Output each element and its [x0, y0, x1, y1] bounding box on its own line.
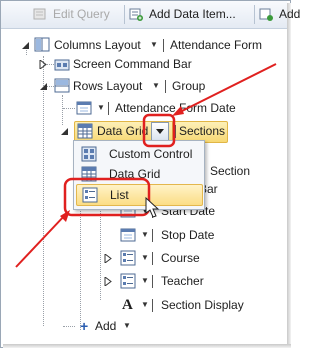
menu-item-label: Custom Control [109, 147, 193, 161]
chevron-down-icon[interactable]: ▼ [150, 36, 158, 54]
chevron-down-icon[interactable]: ▼ [141, 296, 149, 314]
edit-query-label: Edit Query [53, 7, 110, 21]
edit-query-icon [33, 8, 46, 20]
rows-layout-label: Rows Layout [73, 79, 143, 93]
toolbar-separator [254, 5, 255, 24]
command-bar-icon [54, 59, 70, 71]
data-grid-value: Sections [179, 124, 226, 138]
chevron-down-icon[interactable]: ▼ [141, 249, 149, 267]
tree-node-screen-command-bar[interactable]: Screen Command Bar [0, 55, 291, 73]
list-icon [120, 250, 136, 266]
rows-layout-icon [54, 78, 70, 93]
toolbar: Edit Query Add Data Item... Add [1, 1, 300, 29]
data-grid-icon [77, 123, 93, 139]
collapse-triangle-icon[interactable] [60, 127, 69, 136]
add-icon [259, 8, 273, 21]
menu-item-data-grid[interactable]: Data Grid [76, 164, 201, 184]
tree-node-section-display[interactable]: A ▼ Section Display [0, 296, 291, 314]
tree-node-attendance-form-date[interactable]: ▼ Attendance Form Date [0, 99, 291, 117]
chevron-down-icon[interactable]: ▼ [152, 77, 160, 95]
custom-control-icon [81, 146, 97, 162]
data-grid-icon [81, 166, 97, 182]
chevron-down-icon[interactable]: ▼ [97, 99, 105, 117]
separator [152, 275, 153, 288]
rows-layout-value: Group [172, 79, 206, 93]
control-type-menu: Custom Control Data Grid List [73, 140, 205, 210]
columns-layout-icon [34, 37, 50, 52]
data-grid-label: Data Grid [97, 124, 149, 138]
chevron-down-icon[interactable]: ▼ [123, 317, 131, 335]
separator [175, 125, 176, 138]
menu-item-label: List [110, 188, 129, 202]
add-data-item-label: Add Data Item... [149, 7, 236, 21]
collapse-triangle-icon[interactable] [21, 41, 30, 50]
add-data-item-icon [129, 8, 143, 21]
tree-node-teacher[interactable]: ▼ Teacher [0, 272, 291, 290]
window-shadow-bottom [3, 344, 291, 348]
separator [165, 80, 166, 93]
separator [163, 39, 164, 52]
add-label: Add [95, 319, 117, 333]
add-label: Add [279, 7, 301, 21]
tree-node-stop-date[interactable]: ▼ Stop Date [0, 226, 291, 244]
screen-command-bar-label: Screen Command Bar [73, 57, 192, 71]
list-icon [120, 273, 136, 289]
list-icon [82, 187, 98, 203]
chevron-down-icon[interactable]: ▼ [141, 226, 149, 244]
course-label: Course [161, 251, 200, 265]
collapse-triangle-icon[interactable] [39, 82, 48, 91]
plus-icon: + [80, 318, 89, 334]
tree-node-rows-layout[interactable]: Rows Layout ▼ Group [0, 77, 291, 95]
control-type-dropdown-button[interactable] [151, 122, 169, 141]
calendar-icon [76, 101, 92, 115]
attendance-form-date-label: Attendance Form Date [115, 101, 236, 115]
toolbar-separator [124, 5, 125, 24]
calendar-icon [120, 228, 136, 242]
teacher-label: Teacher [161, 274, 204, 288]
columns-layout-value: Attendance Form [170, 38, 263, 52]
columns-layout-label: Columns Layout [54, 38, 141, 52]
separator [152, 252, 153, 265]
separator [152, 229, 153, 242]
separator [108, 102, 109, 115]
expand-triangle-icon[interactable] [104, 254, 113, 263]
expand-triangle-icon[interactable] [104, 277, 113, 286]
tree-node-columns-layout[interactable]: Columns Layout ▼ Attendance Form [0, 36, 291, 54]
text-A-icon: A [122, 297, 133, 313]
tree-node-course[interactable]: ▼ Course [0, 249, 291, 267]
stop-date-label: Stop Date [161, 228, 215, 242]
tree-add-button[interactable]: + Add ▼ [0, 317, 291, 335]
menu-item-list[interactable]: List [76, 184, 203, 206]
section-label-partial: Section [210, 164, 251, 178]
expand-triangle-icon[interactable] [39, 60, 48, 69]
menu-item-custom-control[interactable]: Custom Control [76, 144, 201, 164]
chevron-down-icon[interactable]: ▼ [141, 272, 149, 290]
tree-node-data-grid[interactable]: Data Grid Sections [0, 122, 291, 140]
separator [152, 299, 153, 312]
chevron-down-icon [156, 129, 164, 134]
menu-item-label: Data Grid [109, 167, 161, 181]
section-display-label: Section Display [161, 298, 244, 312]
